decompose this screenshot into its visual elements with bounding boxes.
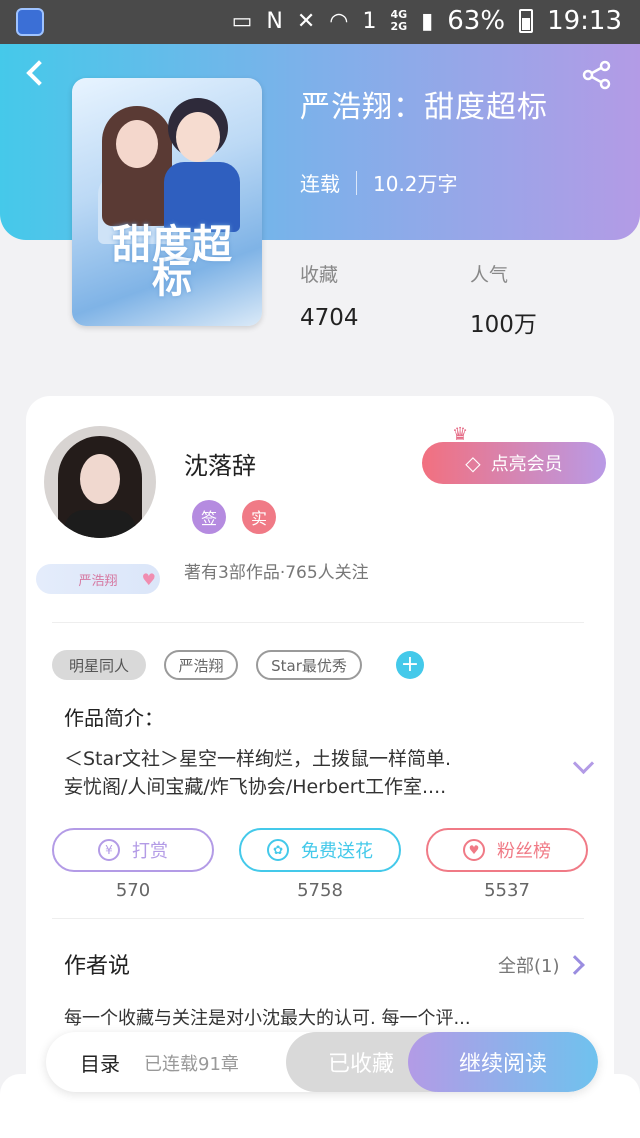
author-message[interactable]: 每一个收藏与关注是对小沈最大的认可. 每一个评... [64,1004,471,1030]
fan-tag-label: 严浩翔 [78,573,118,589]
tag-chip[interactable]: 严浩翔 [164,650,238,680]
tip-count: 570 [115,880,151,901]
continue-reading-button[interactable]: 继续阅读 [408,1032,598,1092]
flower-icon: ✿ [267,839,289,861]
send-flower-label: 免费送花 [301,841,373,862]
cover-title: 甜度超标 [112,222,232,302]
intro-text-line: 妄忧阁/人间宝藏/炸飞协会/Herbert工作室.... [64,776,447,798]
vip-button[interactable]: ◇ 点亮会员 [422,442,606,484]
intro-text-line: ＜Star文社＞星空一样绚烂，土拨鼠一样简单. [64,748,452,770]
bottom-action-bar: 目录 已连载91章 已收藏 继续阅读 [46,1032,598,1092]
stat-value: 100万 [470,312,537,338]
status-bar: ▭ N ✕ ◠ 1 4G 2G ▮ 63% 19:13 [0,0,640,44]
network-label: 4G 2G [390,8,408,33]
word-count: 10.2万字 [373,172,458,196]
stat-popularity: 人气 100万 [470,260,537,339]
book-cover[interactable]: 甜度超标 [72,78,262,326]
battery-percent: 63% [447,6,506,36]
all-link-label: 全部(1) [498,956,560,977]
add-tag-button[interactable]: + [396,651,424,679]
fan-ranking-button[interactable]: ♥ 粉丝榜 [426,828,588,872]
book-meta: 连载 10.2万字 [300,168,458,197]
clock: 19:13 [547,6,622,36]
signal-icon: ▮ [421,8,434,34]
fan-count: 5537 [484,880,530,901]
author-name[interactable]: 沈落辞 [184,446,256,481]
book-title: 严浩翔：甜度超标 [300,90,548,125]
expand-chevron-icon[interactable] [572,756,596,780]
chevron-right-icon [564,955,585,975]
author-stats: 著有3部作品·765人关注 [184,563,369,583]
fan-ranking-label: 粉丝榜 [497,841,551,862]
author-says-title: 作者说 [64,954,131,979]
intro-label: 作品简介： [64,706,164,730]
chapter-count[interactable]: 已连载91章 [144,1050,239,1076]
stat-favorites: 收藏 4704 [300,260,359,331]
yen-icon: ¥ [98,839,120,861]
share-icon[interactable] [580,58,614,92]
signed-badge: 签 [192,500,226,534]
sim-icon: 1 [362,8,377,34]
vip-button-label: 点亮会员 [490,454,563,475]
stat-label: 收藏 [300,264,339,286]
mute-icon: ✕ [296,8,316,34]
status-icons: ▭ N ✕ ◠ 1 4G 2G ▮ 63% 19:13 [232,6,622,36]
tip-button[interactable]: ¥ 打赏 [52,828,214,872]
tag-chip[interactable]: 明星同人 [52,650,146,680]
app-notification-icon [16,8,44,36]
toc-button[interactable]: 目录 [80,1048,120,1077]
tag-chip[interactable]: Star最优秀 [256,650,362,680]
flower-count: 5758 [297,880,343,901]
back-arrow-icon[interactable] [22,58,52,88]
send-flower-button[interactable]: ✿ 免费送花 [239,828,401,872]
cast-icon: ▭ [231,8,253,34]
serial-status: 连载 [300,172,340,196]
author-avatar[interactable] [44,426,156,538]
divider [52,622,584,623]
fan-icon: ♥ [463,839,485,861]
verified-badge: 实 [242,500,276,534]
stat-label: 人气 [470,264,509,286]
all-comments-link[interactable]: 全部(1) [498,952,585,978]
heart-icon: ♥ [141,570,156,589]
stat-value: 4704 [300,305,359,331]
wifi-icon: ◠ [329,8,349,34]
meta-divider [356,170,357,195]
diamond-icon: ◇ [465,451,481,475]
divider [52,918,584,919]
tip-button-label: 打赏 [132,841,168,862]
battery-icon [519,9,534,33]
nfc-icon: N [266,8,283,34]
fan-tag: 严浩翔 ♥ [36,564,160,594]
